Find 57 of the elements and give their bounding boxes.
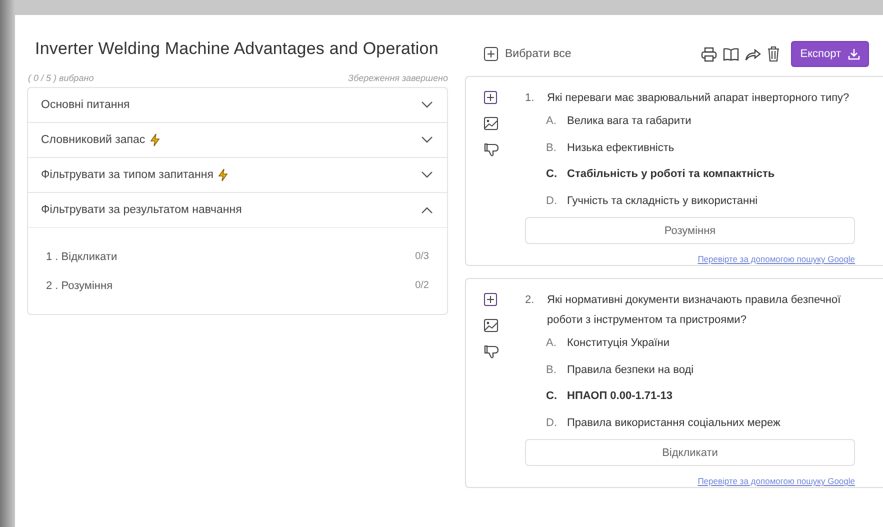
question-text: Які переваги має зварювальний апарат інверторного типу? (547, 91, 850, 106)
chevron-down-icon (421, 136, 433, 144)
option-letter: A. (546, 115, 558, 128)
chevron-down-icon (421, 171, 433, 179)
question-number: 1. (525, 91, 536, 106)
answer-option: Низька ефективність (567, 142, 674, 154)
accordion-header[interactable]: Основні питання (28, 88, 447, 122)
option-count: 0/3 (415, 251, 429, 262)
answer-option: Стабільність у роботі та компактність (567, 168, 775, 180)
category-label: Відкликати (525, 439, 855, 466)
plus-square-icon[interactable] (484, 91, 497, 104)
answer-option: НПАОП 0.00-1.71-13 (567, 390, 673, 402)
trash-icon[interactable] (767, 46, 780, 62)
image-icon[interactable] (484, 117, 498, 130)
category-label: Розуміння (525, 217, 855, 244)
accordion-header[interactable]: Фільтрувати за результатом навчання (28, 193, 447, 227)
accordion-header[interactable]: Фільтрувати за типом запитання (28, 158, 447, 192)
option-letter: A. (546, 337, 558, 350)
plus-square-icon[interactable] (484, 293, 497, 306)
option-count: 0/2 (415, 280, 429, 291)
accordion-header[interactable]: Словниковий запас (28, 123, 447, 157)
thumbs-down-icon[interactable] (484, 143, 499, 157)
filter-option[interactable]: 1 . Відкликати (46, 250, 118, 262)
option-letter: B. (546, 364, 558, 376)
question-text: Які нормативні документи визначають правила безпечної роботи з інструментом та пристроями? (547, 293, 842, 328)
export-button[interactable]: Експорт (791, 41, 869, 67)
save-status: Збереження завершено (348, 73, 448, 83)
answer-option: Правила використання соціальних мереж (567, 416, 780, 429)
chevron-down-icon (421, 101, 433, 109)
option-letter: D. (546, 194, 558, 207)
option-letter: B. (546, 142, 558, 154)
option-letter: D. (546, 416, 558, 429)
print-icon[interactable] (701, 46, 718, 62)
image-icon[interactable] (484, 319, 498, 332)
filter-option[interactable]: 2 . Розуміння (46, 280, 113, 292)
page-title: Inverter Welding Machine Advantages and Operation (34, 38, 440, 59)
share-icon[interactable] (745, 47, 762, 61)
option-letter: C. (546, 390, 558, 402)
option-letter: C. (546, 168, 558, 180)
answer-option: Правила безпеки на воді (567, 364, 694, 376)
plus-square-icon (484, 47, 498, 61)
question-number: 2. (525, 293, 536, 308)
book-icon[interactable] (723, 47, 740, 61)
google-search-link[interactable]: Перевірте за допомогою пошуку Google (698, 476, 855, 486)
download-icon (848, 48, 860, 60)
select-all-button[interactable]: Вибрати все (484, 47, 572, 61)
answer-option: Гучність та складність у використанні (567, 194, 758, 207)
section-label: Словниковий запас (41, 134, 146, 146)
section-label: Фільтрувати за типом запитання (41, 169, 214, 181)
chevron-up-icon (421, 206, 433, 214)
thumbs-down-icon[interactable] (484, 345, 499, 359)
answer-option: Конституція України (567, 337, 670, 350)
section-label: Основні питання (41, 99, 130, 111)
selected-count: ( 0 / 5 ) вибрано (28, 73, 94, 83)
answer-option: Велика вага та габарити (567, 115, 692, 128)
google-search-link[interactable]: Перевірте за допомогою пошуку Google (698, 254, 855, 264)
section-label: Фільтрувати за результатом навчання (41, 204, 242, 216)
